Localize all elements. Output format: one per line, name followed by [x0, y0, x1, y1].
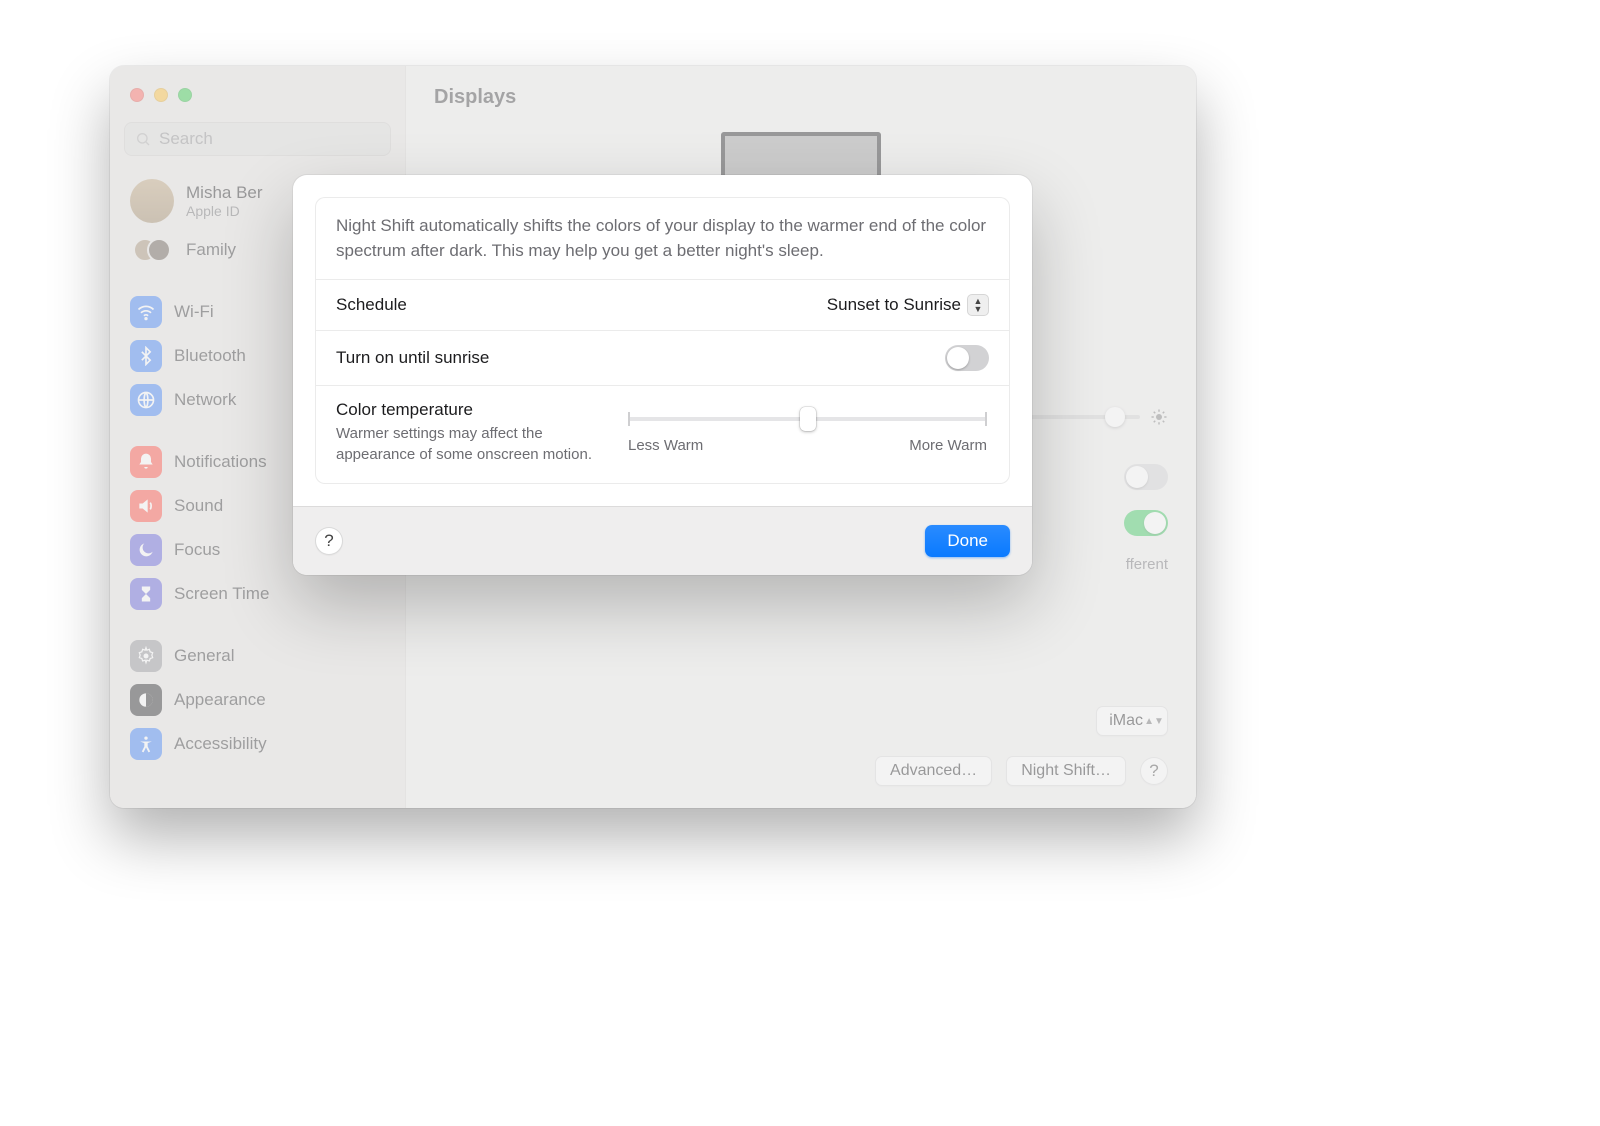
turn-on-row: Turn on until sunrise: [316, 331, 1009, 385]
schedule-popup[interactable]: Sunset to Sunrise ▲▼: [827, 294, 989, 316]
color-temp-slider[interactable]: [628, 417, 987, 421]
sheet-help-button[interactable]: ?: [315, 527, 343, 555]
schedule-row: Schedule Sunset to Sunrise ▲▼: [316, 280, 1009, 330]
color-temp-row: Color temperature Warmer settings may af…: [316, 386, 1009, 483]
turn-on-label: Turn on until sunrise: [336, 348, 489, 368]
done-button[interactable]: Done: [925, 525, 1010, 557]
chevron-updown-icon: ▲▼: [967, 294, 989, 316]
color-temp-label: Color temperature: [336, 400, 598, 420]
night-shift-description: Night Shift automatically shifts the col…: [336, 214, 989, 263]
night-shift-sheet: Night Shift automatically shifts the col…: [293, 175, 1032, 575]
slider-thumb[interactable]: [800, 407, 816, 431]
more-warm-label: More Warm: [909, 437, 987, 454]
schedule-value: Sunset to Sunrise: [827, 295, 961, 315]
schedule-label: Schedule: [336, 295, 407, 315]
less-warm-label: Less Warm: [628, 437, 703, 454]
turn-on-toggle[interactable]: [945, 345, 989, 371]
color-temp-sub: Warmer settings may affect the appearanc…: [336, 424, 598, 465]
